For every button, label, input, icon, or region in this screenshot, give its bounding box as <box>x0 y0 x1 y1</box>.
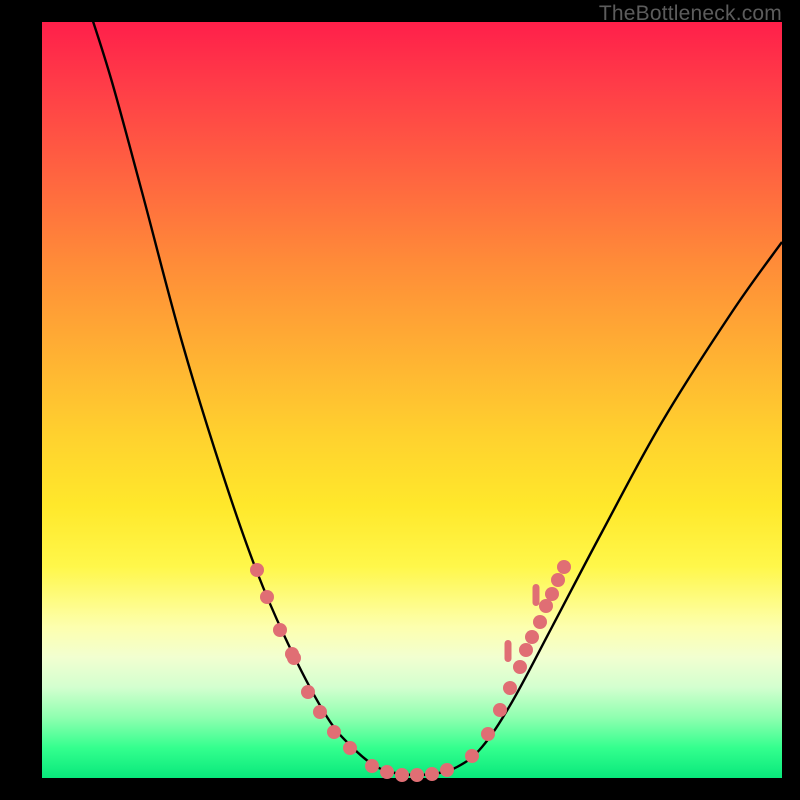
data-marker <box>481 727 495 741</box>
chart-frame: TheBottleneck.com <box>0 0 800 800</box>
data-marker <box>545 587 559 601</box>
data-marker <box>539 599 553 613</box>
data-marker <box>533 615 547 629</box>
data-marker <box>519 643 533 657</box>
data-marker <box>440 763 454 777</box>
data-marker <box>533 584 540 606</box>
data-marker <box>503 681 517 695</box>
data-marker <box>273 623 287 637</box>
data-marker <box>343 741 357 755</box>
data-marker <box>260 590 274 604</box>
bottleneck-curve <box>42 22 782 778</box>
data-marker <box>287 651 301 665</box>
data-marker <box>380 765 394 779</box>
data-marker <box>505 640 512 662</box>
data-marker <box>301 685 315 699</box>
data-marker <box>551 573 565 587</box>
data-marker <box>465 749 479 763</box>
data-marker <box>327 725 341 739</box>
data-marker <box>410 768 424 782</box>
data-marker <box>493 703 507 717</box>
data-marker <box>365 759 379 773</box>
data-marker <box>425 767 439 781</box>
data-marker <box>557 560 571 574</box>
plot-area <box>42 22 782 778</box>
data-marker <box>250 563 264 577</box>
data-marker <box>313 705 327 719</box>
data-marker <box>525 630 539 644</box>
data-marker <box>395 768 409 782</box>
data-marker <box>513 660 527 674</box>
